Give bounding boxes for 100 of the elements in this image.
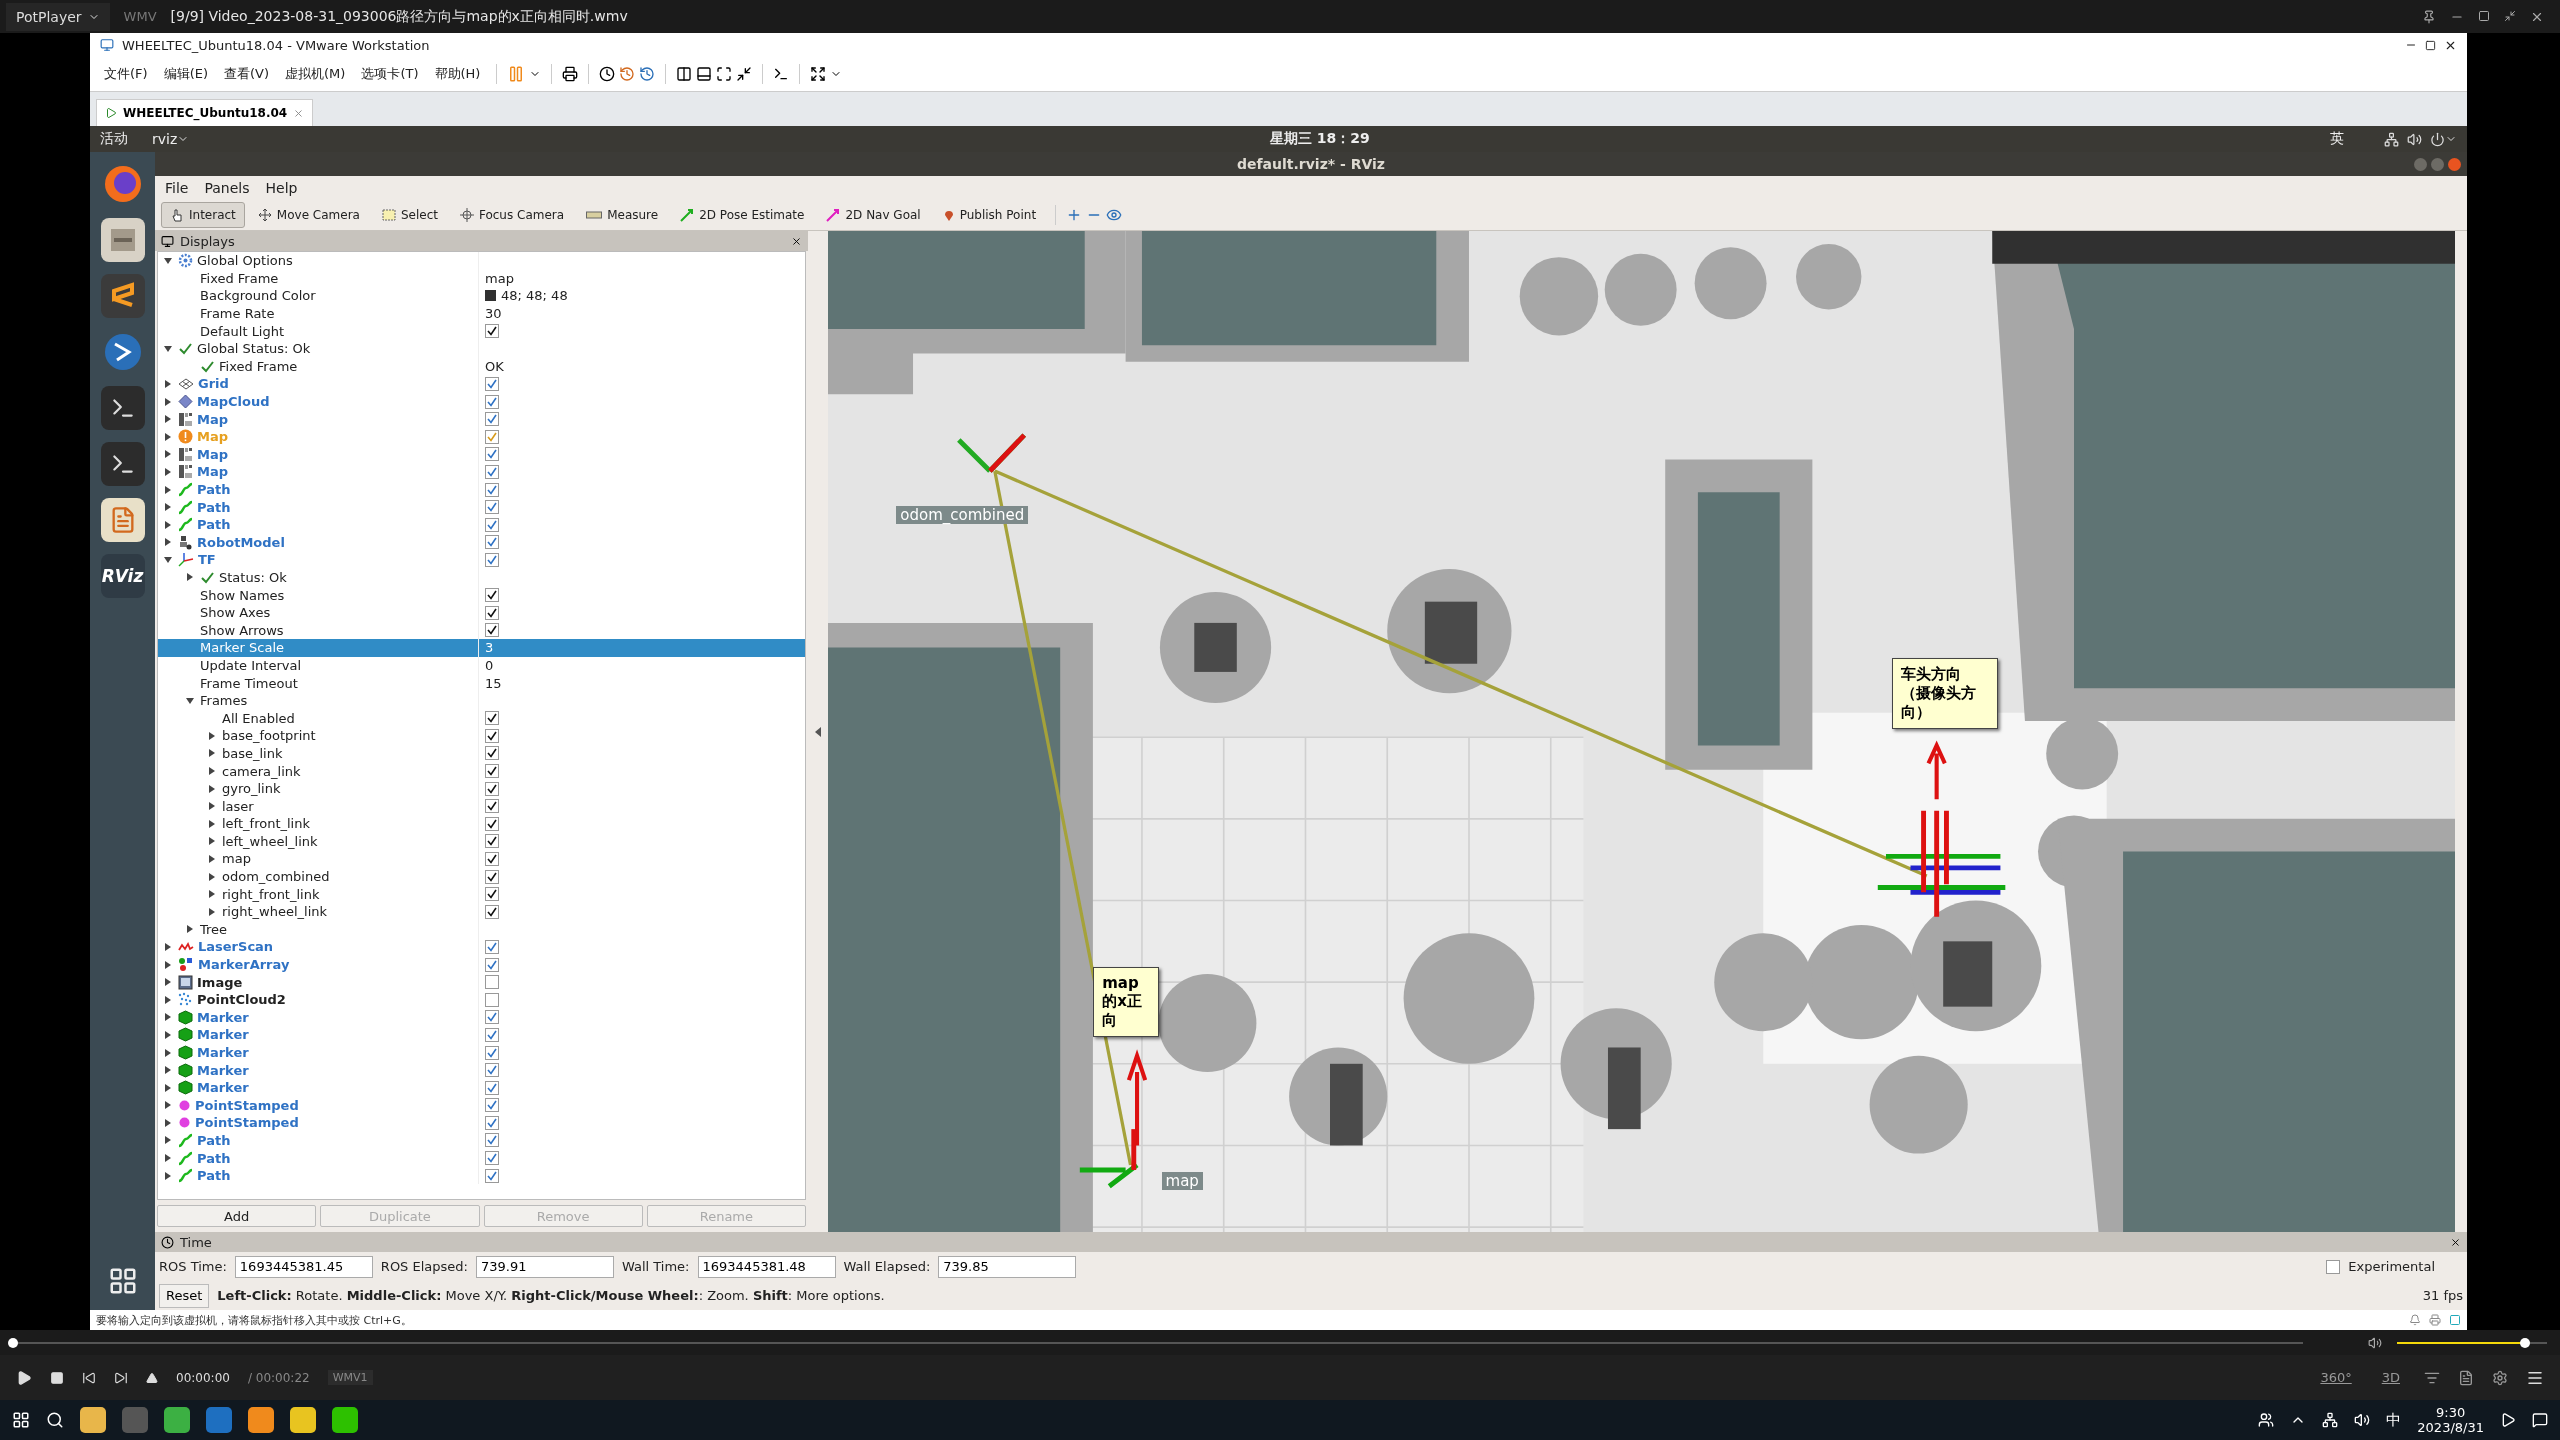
checkbox[interactable] [485, 1133, 499, 1148]
tree-row[interactable]: right_wheel_link [158, 902, 805, 921]
start-icon[interactable] [12, 1411, 30, 1429]
tree-row[interactable]: Frame Rate 30 [158, 304, 805, 323]
app-menu-button[interactable]: PotPlayer [6, 2, 110, 31]
checkbox[interactable] [485, 394, 499, 409]
expand-arrow-icon[interactable] [164, 1083, 172, 1092]
tree-row[interactable]: Path [158, 515, 805, 534]
tree-row[interactable]: base_footprint [158, 727, 805, 745]
chat-icon[interactable] [332, 1407, 358, 1433]
reset-button[interactable]: Reset [159, 1283, 210, 1308]
settings-icon[interactable] [2492, 1369, 2508, 1386]
snapshot-manager-icon[interactable] [639, 66, 656, 82]
tree-row[interactable]: Show Names [158, 586, 805, 604]
pin-icon[interactable] [2422, 9, 2436, 24]
collapse-arrow-icon[interactable] [815, 726, 821, 737]
expand-arrow-icon[interactable] [164, 1030, 172, 1039]
console-icon[interactable] [773, 66, 790, 82]
expand-arrow-icon[interactable] [164, 503, 172, 512]
activities-button[interactable]: 活动 [100, 130, 128, 148]
checkbox[interactable] [485, 746, 499, 761]
stop-icon[interactable] [50, 1370, 64, 1385]
expand-arrow-icon[interactable] [208, 872, 216, 881]
tree-row[interactable]: Show Axes [158, 603, 805, 622]
tree-row[interactable]: Tree [158, 920, 805, 939]
checkbox[interactable] [2326, 1259, 2341, 1274]
tool-button[interactable]: Focus Camera [450, 202, 574, 228]
time-field[interactable]: 739.91 [475, 1255, 614, 1278]
tree-row[interactable]: RobotModel [158, 533, 805, 552]
checkbox[interactable] [485, 535, 499, 550]
checkbox[interactable] [485, 482, 499, 497]
expand-arrow-icon[interactable] [164, 1118, 172, 1127]
tree-row[interactable]: Global Options [158, 252, 805, 270]
input-method[interactable]: 英 [2330, 130, 2344, 148]
expand-arrow-icon[interactable] [208, 907, 216, 916]
fullscreen-icon[interactable] [716, 66, 733, 82]
expand-arrow-icon[interactable] [164, 467, 172, 476]
expand-arrow-icon[interactable] [186, 573, 194, 582]
terminal-icon[interactable] [100, 442, 145, 486]
expand-arrow-icon[interactable] [208, 855, 216, 863]
panel-button[interactable]: Add [157, 1205, 317, 1227]
expand-arrow-icon[interactable] [164, 415, 172, 424]
expand-arrow-icon[interactable] [164, 995, 172, 1004]
expand-arrow-icon[interactable] [208, 890, 216, 899]
menu-item[interactable]: 帮助(H) [428, 63, 487, 85]
checkbox[interactable] [485, 605, 499, 620]
editor-icon[interactable] [100, 274, 145, 318]
tree-row[interactable]: Frames [158, 691, 805, 710]
tree-row[interactable]: Marker [158, 1061, 805, 1079]
tree-row[interactable]: Path [158, 1166, 805, 1185]
taskbar-clock[interactable]: 9:30 2023/8/31 [2417, 1405, 2484, 1435]
expand-arrow-icon[interactable] [208, 767, 216, 775]
tree-row[interactable]: Fixed Frame OK [158, 357, 805, 376]
checkbox[interactable] [485, 517, 499, 532]
tree-row[interactable]: Global Status: Ok [158, 339, 805, 358]
play-icon[interactable] [16, 1369, 32, 1386]
menu-item[interactable]: 文件(F) [98, 63, 154, 85]
snapshot-icon[interactable] [599, 66, 616, 82]
tree-row[interactable]: Map [158, 445, 805, 464]
checkbox[interactable] [485, 376, 499, 391]
playlist-icon[interactable] [2458, 1369, 2474, 1386]
checkbox[interactable] [485, 552, 499, 567]
tree-row[interactable]: TF [158, 551, 805, 569]
checkbox[interactable] [485, 623, 499, 638]
player-tool[interactable]: 3D [2375, 1369, 2406, 1386]
tree-row[interactable]: MarkerArray [158, 955, 805, 974]
checkbox[interactable] [485, 429, 499, 444]
maximize-icon[interactable] [2425, 39, 2436, 51]
printer-icon[interactable] [2429, 1314, 2441, 1326]
time-field[interactable]: 1693445381.48 [697, 1255, 836, 1278]
expand-arrow-icon[interactable] [164, 1013, 172, 1022]
tree-row[interactable]: Marker [158, 1026, 805, 1044]
notepad-icon[interactable] [100, 498, 145, 542]
tool-button[interactable]: 2D Pose Estimate [671, 202, 814, 228]
checkbox[interactable] [485, 975, 499, 990]
revert-icon[interactable] [619, 66, 636, 82]
expand-arrow-icon[interactable] [208, 819, 216, 828]
expand-arrow-icon[interactable] [186, 925, 194, 934]
tree-row[interactable]: Grid [158, 375, 805, 393]
checkbox[interactable] [485, 1063, 499, 1078]
terminal-icon[interactable] [100, 386, 145, 430]
close-icon[interactable] [2450, 1236, 2461, 1248]
expand-arrow-icon[interactable] [208, 731, 216, 740]
checkbox[interactable] [485, 711, 499, 726]
player-tool[interactable]: 360° [2314, 1369, 2358, 1386]
collapse-arrow-icon[interactable] [164, 256, 172, 265]
vm-tab[interactable]: WHEELTEC_Ubuntu18.04 [96, 99, 314, 126]
file-cabinet-icon[interactable] [100, 218, 145, 262]
tree-row[interactable]: Path [158, 1131, 805, 1150]
expand-arrow-icon[interactable] [164, 379, 172, 388]
menu-item[interactable]: File [161, 180, 193, 196]
tree-row[interactable]: PointCloud2 [158, 990, 805, 1009]
expand-arrow-icon[interactable] [208, 749, 216, 758]
checkbox[interactable] [485, 447, 499, 462]
media-icon[interactable] [2500, 1412, 2516, 1428]
checkbox[interactable] [485, 1098, 499, 1113]
vmware-icon[interactable] [248, 1407, 274, 1433]
volume-thumb[interactable] [2519, 1337, 2530, 1348]
notifications-icon[interactable] [2532, 1412, 2548, 1428]
sidebar-icon[interactable] [676, 66, 693, 82]
